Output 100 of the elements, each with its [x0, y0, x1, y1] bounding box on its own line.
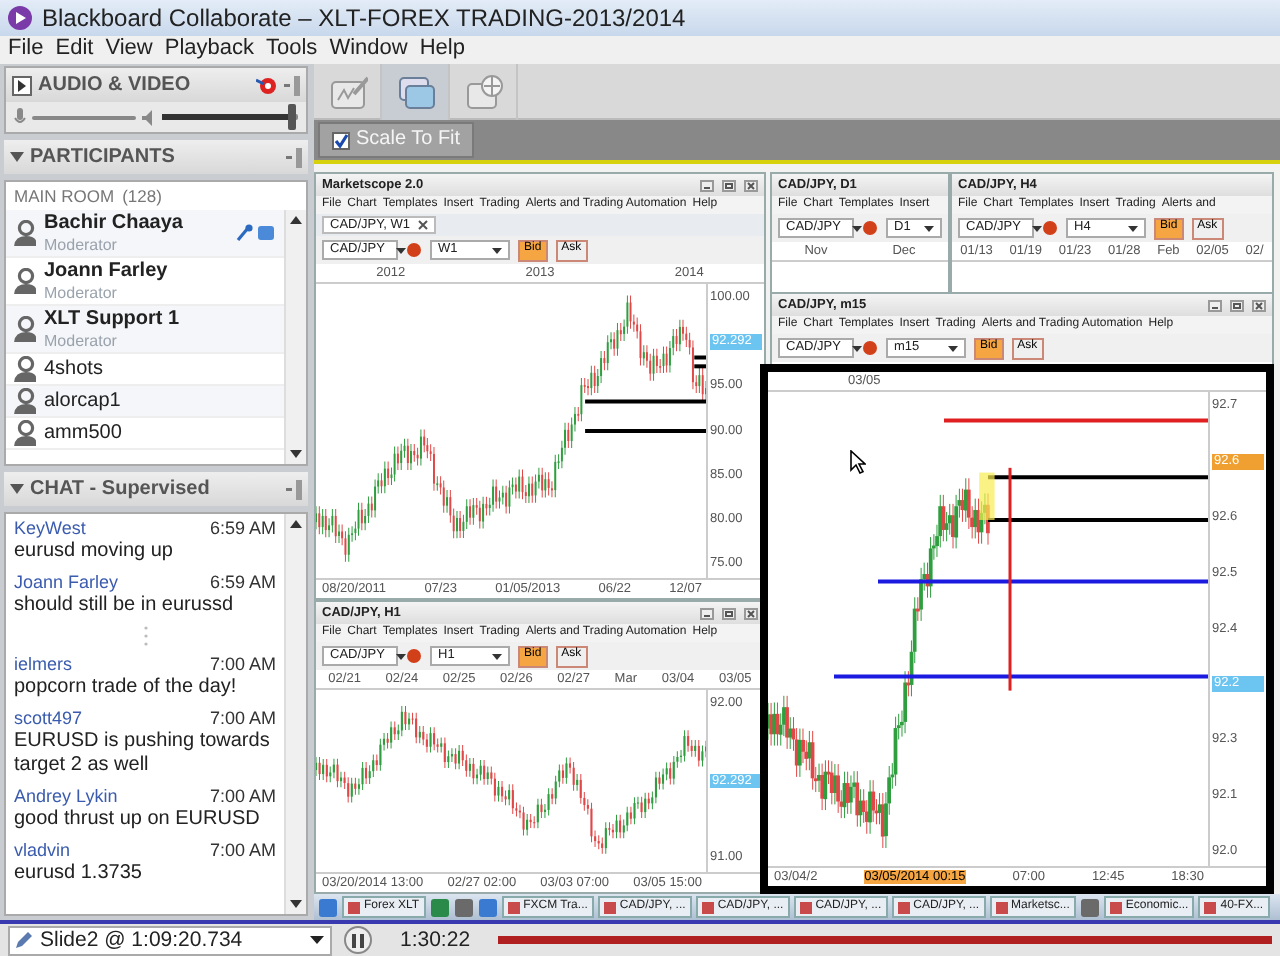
scroll-down-icon[interactable] [290, 450, 302, 458]
room-label: MAIN ROOM [14, 186, 115, 207]
maximize-icon[interactable] [1230, 299, 1244, 311]
microphone-icon [14, 108, 26, 126]
ball-icon[interactable] [862, 340, 878, 356]
chat-message: EURUSD is pushing towards target 2 as well [14, 730, 272, 778]
scrollbar[interactable] [284, 210, 306, 464]
participant-role: Moderator [44, 332, 119, 351]
scrollbar[interactable] [284, 514, 306, 914]
chat-message: good thrust up on EURUSD [14, 808, 262, 832]
chat-sender: scott497 [14, 708, 83, 730]
caret-icon [1032, 225, 1043, 231]
participant-name: XLT Support 1 [44, 308, 182, 333]
minimize-icon[interactable] [1208, 299, 1222, 311]
menu-item[interactable]: View [105, 36, 153, 64]
pause-icon [352, 933, 364, 947]
chat-time: 7:00 AM [209, 654, 276, 676]
mouse-cursor-icon [850, 450, 866, 474]
ball-icon[interactable] [862, 220, 878, 236]
participant-count: (128) [122, 186, 162, 207]
app-icon[interactable] [453, 897, 474, 917]
menu-item[interactable]: Help [419, 36, 465, 64]
ball-icon[interactable] [406, 648, 422, 664]
participant-row[interactable]: alorcap1 [6, 386, 284, 419]
close-icon[interactable] [744, 179, 758, 191]
panel-title: CHAT - Supervised [30, 477, 212, 501]
participant-row[interactable]: amm500 [6, 418, 284, 451]
menu-item[interactable]: Window [329, 36, 408, 64]
caret-icon [492, 653, 502, 659]
app-logo-icon [8, 6, 32, 30]
collapse-caret-icon[interactable] [10, 484, 24, 494]
screen-share-icon [395, 74, 435, 110]
close-icon[interactable] [417, 219, 428, 230]
caret-icon [1128, 225, 1138, 231]
menu-item[interactable]: Tools [266, 36, 318, 64]
pencil-icon [16, 932, 32, 948]
dock-icon[interactable] [286, 147, 302, 167]
scroll-up-icon[interactable] [290, 216, 302, 225]
participant-row[interactable]: Bachir Chaaya Moderator [6, 210, 284, 259]
chat-time: 7:00 AM [209, 840, 276, 862]
caret-icon [310, 936, 324, 944]
person-icon [14, 220, 36, 247]
ball-icon[interactable] [1042, 220, 1058, 236]
participant-name: alorcap1 [44, 389, 123, 414]
volume-slider-thumb[interactable] [287, 104, 296, 130]
chat-sender: KeyWest [14, 518, 86, 540]
chat-time: 7:00 AM [209, 708, 276, 730]
collapse-caret-icon[interactable] [10, 152, 24, 162]
chat-time: 6:59 AM [209, 572, 276, 594]
caret-icon [396, 653, 407, 659]
chat-message: eurusd moving up [14, 540, 175, 564]
caret-icon [924, 225, 934, 231]
play-icon[interactable] [12, 75, 32, 95]
mic-and-chat-icon[interactable] [236, 224, 276, 243]
ball-icon[interactable] [406, 242, 422, 258]
caret-icon [492, 247, 502, 253]
minimize-icon[interactable] [700, 607, 714, 619]
playback-time: 1:30:22 [400, 927, 471, 953]
whiteboard-icon [327, 74, 367, 110]
menu-item[interactable]: File [8, 36, 44, 64]
menu-item[interactable]: Edit [55, 36, 94, 64]
app-icon[interactable] [477, 897, 498, 917]
minimize-icon[interactable] [700, 179, 714, 191]
participant-name: amm500 [44, 421, 124, 446]
globe-icon [463, 74, 503, 110]
person-icon [14, 388, 36, 415]
speaker-icon [142, 109, 156, 125]
participant-role: Moderator [44, 236, 119, 255]
maximize-icon[interactable] [722, 607, 736, 619]
panel-title: AUDIO & VIDEO [38, 73, 193, 97]
chat-sender: Andrey Lykin [14, 786, 118, 808]
participant-name: 4shots [44, 357, 105, 382]
close-icon[interactable] [1252, 299, 1266, 311]
panel-title: PARTICIPANTS [30, 145, 177, 169]
settings-icon[interactable] [256, 75, 278, 95]
dock-icon[interactable] [284, 75, 300, 95]
chat-sender: vladvin [14, 840, 71, 862]
chat-message: eurusd 1.3735 [14, 862, 144, 886]
chat-time: 7:00 AM [209, 786, 276, 808]
app-icon[interactable] [429, 897, 450, 917]
participant-name: Bachir Chaaya [44, 212, 185, 237]
caret-icon [396, 247, 407, 253]
slide-dropdown[interactable]: Slide2 @ 1:09:20.734 [8, 925, 332, 955]
highlight-zone [979, 472, 995, 520]
close-icon[interactable] [744, 607, 758, 619]
maximize-icon[interactable] [722, 179, 736, 191]
dock-icon[interactable] [286, 479, 302, 499]
app-icon[interactable] [318, 897, 338, 917]
checkbox-checked-icon[interactable] [332, 131, 350, 149]
scroll-down-icon[interactable] [290, 900, 302, 908]
dropdown-value: Slide2 @ 1:09:20.734 [40, 927, 245, 953]
scroll-up-icon[interactable] [290, 520, 302, 528]
chat-message: popcorn trade of the day! [14, 676, 239, 700]
toolbar-button[interactable] [382, 64, 450, 120]
app-icon[interactable] [1079, 897, 1100, 917]
menu-item[interactable]: Playback [164, 36, 254, 64]
person-icon [14, 316, 36, 343]
participant-row[interactable]: XLT Support 1 Moderator [6, 306, 284, 355]
participant-name: Joann Farley [44, 260, 170, 285]
pause-button[interactable] [344, 926, 372, 954]
